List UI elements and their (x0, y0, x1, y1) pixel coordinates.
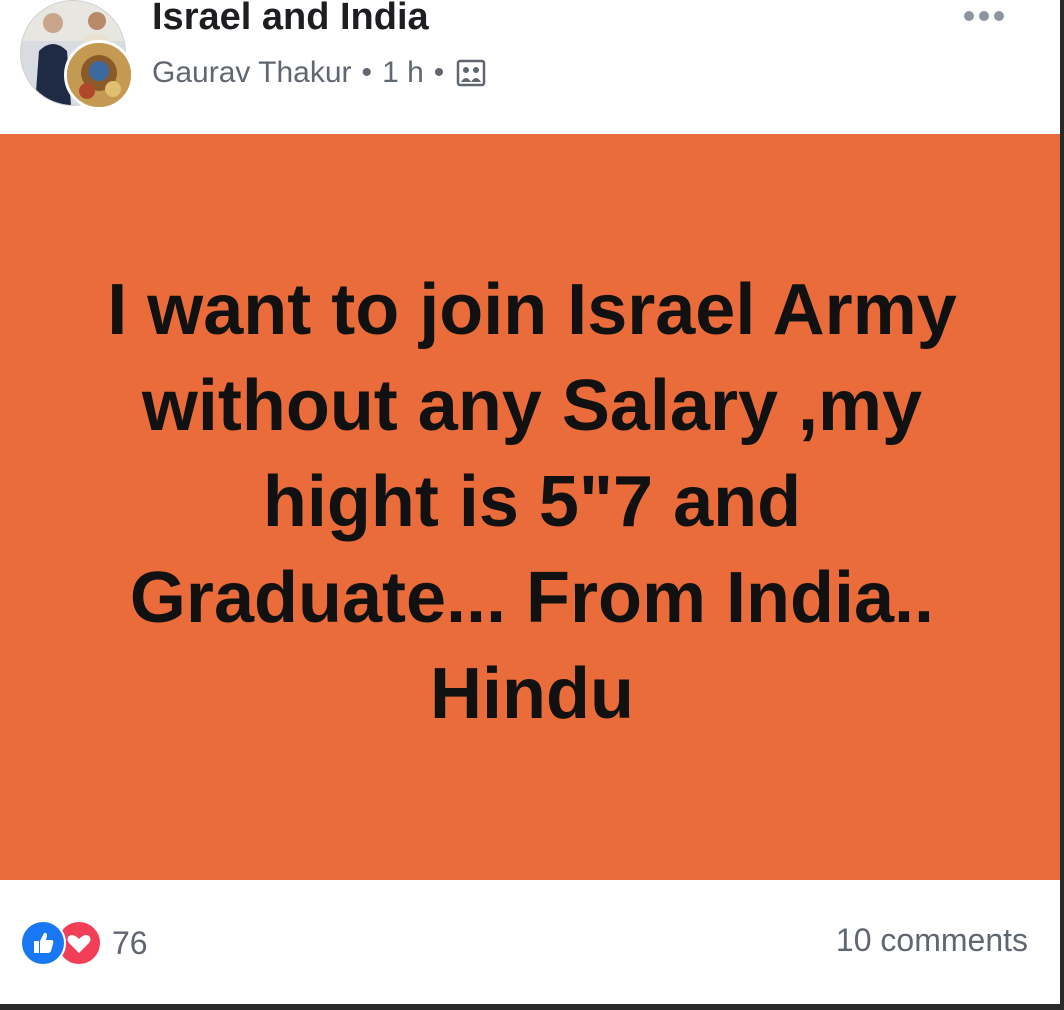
post-text: I want to join Israel Army without any S… (72, 262, 992, 742)
bottom-border (0, 1004, 1064, 1010)
author-name[interactable]: Gaurav Thakur (152, 56, 352, 90)
group-privacy-icon (456, 58, 486, 88)
meta-separator: • (433, 56, 445, 89)
post-text-line: Hindu (430, 654, 634, 734)
post-time[interactable]: 1 h (382, 56, 424, 90)
right-border (1060, 0, 1064, 1010)
post-text-line: Graduate... From India.. (129, 558, 935, 638)
post-text-line: I want to join Israel Army (107, 270, 957, 350)
meta-separator: • (361, 56, 373, 89)
more-options-icon[interactable] (964, 8, 1014, 28)
group-name[interactable]: Israel and India (152, 0, 429, 39)
facebook-post: Israel and India Gaurav Thakur • 1 h • I… (0, 0, 1064, 1010)
post-meta: Gaurav Thakur • 1 h • (152, 56, 486, 90)
like-icon (20, 920, 66, 966)
comments-count-link[interactable]: 10 comments (836, 922, 1028, 959)
reactions-summary[interactable]: 76 (20, 920, 148, 966)
avatar-group[interactable] (20, 0, 134, 110)
post-text-line: hight is 5"7 and (262, 462, 802, 542)
post-text-line: without any Salary ,my (141, 366, 923, 446)
post-header: Israel and India Gaurav Thakur • 1 h • (0, 0, 1064, 134)
user-avatar[interactable] (64, 40, 134, 110)
reaction-count: 76 (112, 924, 148, 961)
post-content: I want to join Israel Army without any S… (0, 134, 1064, 880)
user-avatar-image (67, 43, 131, 107)
post-footer: 76 10 comments (0, 880, 1064, 1004)
